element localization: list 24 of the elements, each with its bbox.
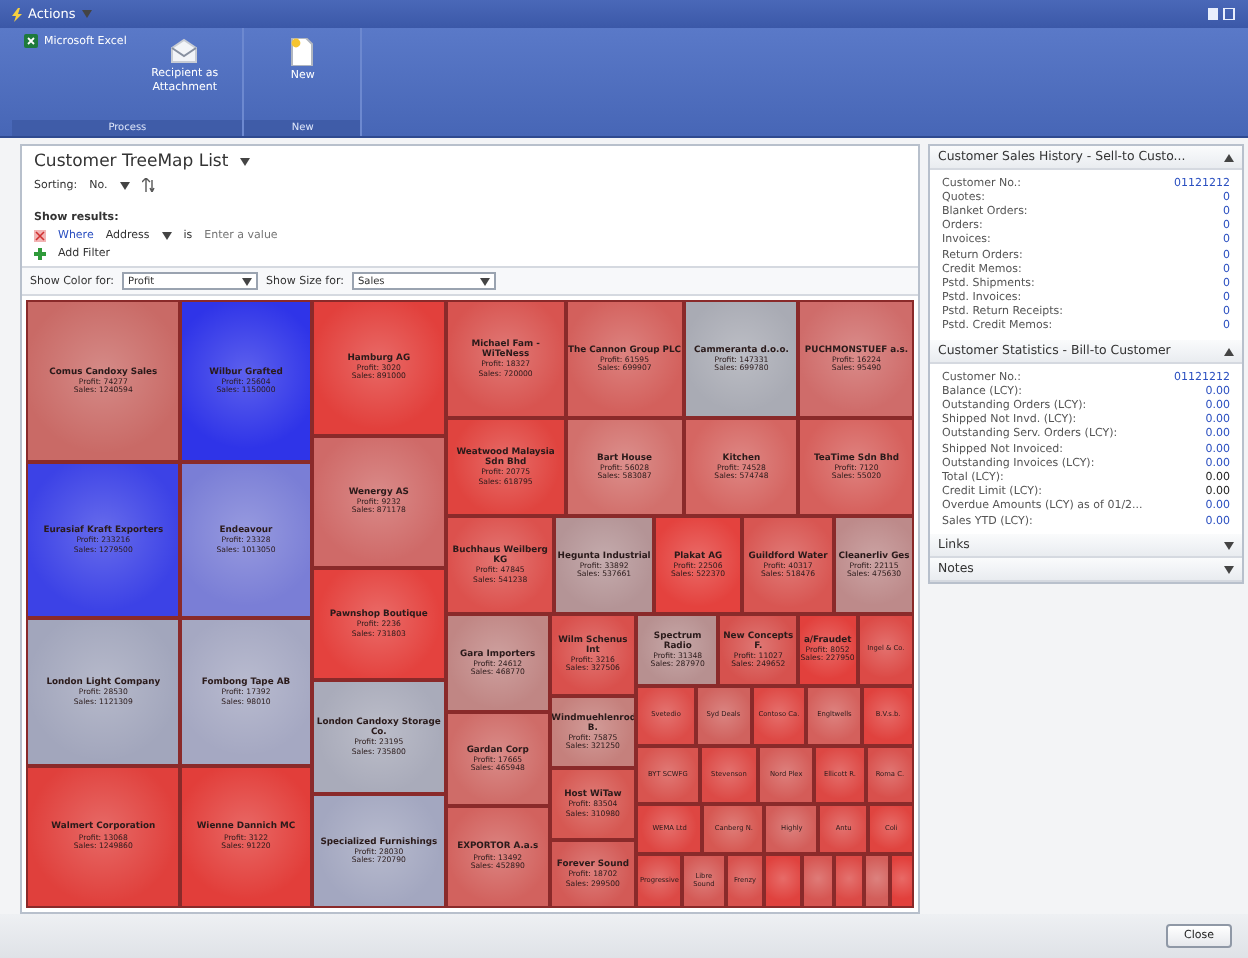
- page-title[interactable]: Customer TreeMap List: [34, 152, 229, 172]
- caret-icon: [479, 277, 490, 285]
- caret-icon: [242, 277, 253, 285]
- treemap-tile[interactable]: [764, 854, 802, 909]
- caret-icon: [1224, 565, 1234, 574]
- caret-icon: [119, 181, 130, 189]
- plus-icon[interactable]: [34, 248, 46, 260]
- treemap-tile[interactable]: [863, 854, 891, 909]
- treemap-tile[interactable]: [801, 854, 835, 909]
- caret-icon: [1224, 153, 1234, 161]
- treemap-tile[interactable]: [834, 854, 864, 909]
- caret-icon: [1224, 541, 1234, 550]
- treemap-tile[interactable]: [890, 854, 914, 909]
- caret-icon: [1224, 347, 1234, 356]
- document-icon: [290, 38, 315, 66]
- spreadsheet-icon: [24, 34, 38, 48]
- caret-icon: [161, 232, 172, 240]
- window-controls-icon[interactable]: [1208, 8, 1236, 20]
- lightning-icon: [12, 7, 22, 21]
- caret-icon: [240, 158, 251, 166]
- remove-icon[interactable]: [34, 230, 46, 242]
- sort-icon[interactable]: [141, 178, 156, 192]
- caret-icon: [81, 10, 92, 18]
- envelope-icon: [170, 38, 199, 64]
